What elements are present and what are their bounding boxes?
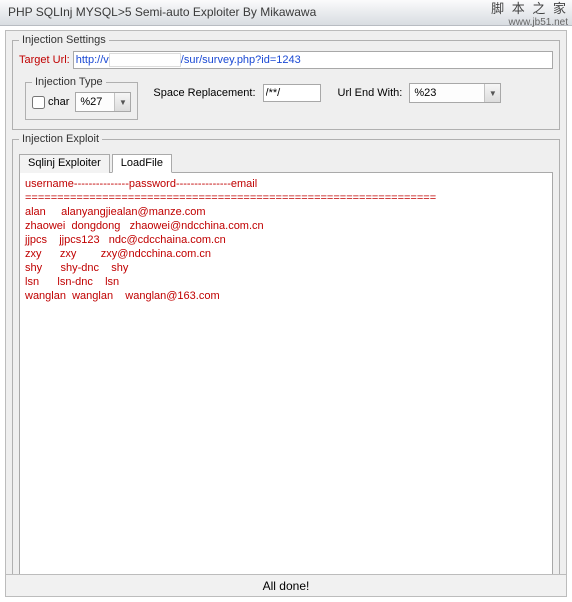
target-url-row: Target Url: http://v /sur/survey.php?id=… — [19, 51, 553, 69]
url-end-dropdown[interactable]: %23 ▼ — [409, 83, 501, 103]
tab-sqlinj-exploiter[interactable]: Sqlinj Exploiter — [19, 154, 110, 173]
target-url-label: Target Url: — [19, 54, 70, 66]
chevron-down-icon: ▼ — [484, 84, 500, 102]
status-bar: All done! — [6, 574, 566, 596]
target-url-obscured — [109, 53, 181, 67]
client-area: Injection Settings Target Url: http://v … — [5, 30, 567, 597]
char-dropdown[interactable]: %27 ▼ — [75, 92, 131, 112]
injection-type-legend: Injection Type — [32, 76, 106, 88]
injection-settings-legend: Injection Settings — [19, 34, 109, 46]
target-url-suffix: /sur/survey.php?id=1243 — [181, 54, 301, 66]
exploit-tabs: Sqlinj Exploiter LoadFile — [19, 153, 553, 173]
injection-exploit-legend: Injection Exploit — [19, 133, 102, 145]
title-bar: PHP SQLInj MYSQL>5 Semi-auto Exploiter B… — [0, 0, 572, 26]
target-url-input[interactable]: http://v /sur/survey.php?id=1243 — [73, 51, 553, 69]
tab-loadfile[interactable]: LoadFile — [112, 154, 172, 173]
status-text: All done! — [263, 579, 310, 593]
output-textarea[interactable]: username---------------password---------… — [19, 173, 553, 581]
watermark-line2: www.jb51.net — [491, 16, 568, 30]
injection-settings-group: Injection Settings Target Url: http://v … — [12, 34, 560, 130]
char-dropdown-value: %27 — [76, 96, 114, 108]
injection-exploit-group: Injection Exploit Sqlinj Exploiter LoadF… — [12, 133, 560, 590]
space-replacement-label: Space Replacement: — [153, 87, 255, 99]
url-end-label: Url End With: — [338, 87, 403, 99]
injection-type-group: Injection Type char %27 ▼ — [25, 76, 138, 120]
char-checkbox[interactable] — [32, 96, 45, 109]
space-replacement-input[interactable] — [263, 84, 321, 102]
watermark: 脚 本 之 家 www.jb51.net — [491, 2, 568, 30]
target-url-prefix: http://v — [76, 54, 109, 66]
watermark-line1: 脚 本 之 家 — [491, 2, 568, 16]
char-label: char — [48, 96, 69, 108]
url-end-value: %23 — [410, 87, 484, 99]
chevron-down-icon: ▼ — [114, 93, 130, 111]
window-title: PHP SQLInj MYSQL>5 Semi-auto Exploiter B… — [8, 5, 316, 19]
